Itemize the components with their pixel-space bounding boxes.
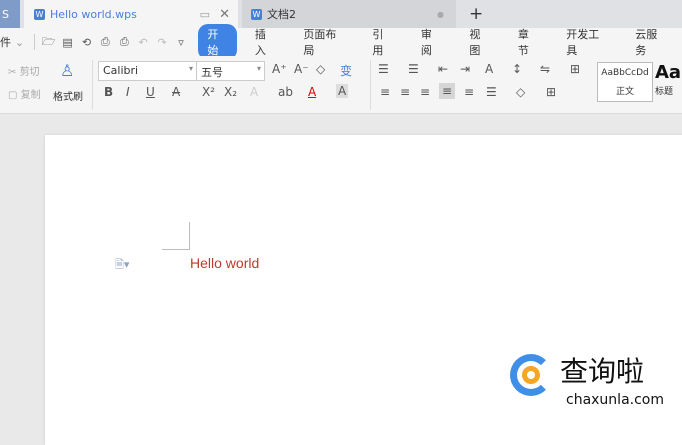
style-preview: Aa (655, 62, 682, 83)
highlight-icon[interactable]: ab (278, 85, 293, 99)
chevron-down-icon: ⌄ (15, 35, 25, 49)
paragraph-layout-icon[interactable]: 🗎▾ (115, 256, 129, 275)
logo-name: 查询啦 (560, 355, 645, 388)
divider (34, 34, 36, 50)
shading-icon[interactable]: ◇ (516, 85, 525, 99)
align-left-icon[interactable]: ≡ (380, 85, 390, 99)
chinese-layout-icon[interactable]: A (485, 62, 493, 76)
style-normal[interactable]: AaBbCcDd 正文 (597, 62, 653, 102)
bold-icon[interactable]: B (104, 85, 113, 99)
tab-doc2[interactable]: W 文档2 ● (242, 0, 456, 28)
menu-cloud[interactable]: 云服务 (623, 26, 678, 58)
new-tab-button[interactable]: + (469, 0, 483, 28)
export-icon[interactable]: ⟲ (79, 36, 94, 49)
menu-section[interactable]: 章节 (506, 26, 550, 58)
align-center-icon[interactable]: ≡ (400, 85, 410, 99)
document-text[interactable]: Hello world (190, 255, 259, 271)
justify-icon[interactable]: ≡ (439, 83, 456, 99)
style-label: 标题 (655, 87, 674, 97)
customize-icon[interactable]: ▿ (174, 36, 189, 49)
menu-insert[interactable]: 插入 (243, 26, 287, 58)
pinyin-icon[interactable]: 变 (340, 62, 352, 79)
menu-view[interactable]: 视图 (457, 26, 501, 58)
cut-label: 剪切 (19, 67, 40, 78)
menu-bar: 件 ⌄ 🗁 ▤ ⟲ ⎙ ⎙ ↶ ↷ ▿ 开始 插入 页面布局 引用 审阅 视图 章… (0, 24, 682, 60)
wps-doc-icon: W (251, 8, 262, 20)
print-icon[interactable]: ⎙ (117, 35, 132, 49)
tab-bar: S W Hello world.wps ▭ ✕ W 文档2 ● + (0, 0, 682, 28)
sort-icon[interactable]: ↕ (512, 62, 522, 76)
table-icon[interactable]: ⊞ (570, 62, 580, 76)
clear-format-icon[interactable]: ◇ (316, 62, 325, 76)
style-preview: AaBbCcDd (601, 68, 649, 78)
font-color-icon[interactable]: A (308, 85, 316, 99)
font-size: 五号 (201, 66, 223, 79)
superscript-icon[interactable]: X² (202, 85, 215, 99)
redo-icon[interactable]: ↷ (155, 36, 170, 49)
menu-references[interactable]: 引用 (360, 26, 404, 58)
underline-icon[interactable]: U (146, 85, 155, 99)
divider (370, 60, 371, 110)
menu-file[interactable]: 件 (0, 34, 11, 50)
borders-icon[interactable]: ⊞ (546, 85, 556, 99)
save-icon[interactable]: ▤ (60, 36, 75, 49)
tab-stub-label: S (2, 7, 9, 21)
numbering-icon[interactable]: ☰ (408, 62, 419, 76)
font-name: Calibri (103, 64, 139, 77)
wps-doc-icon: W (34, 8, 45, 20)
format-painter-icon[interactable]: ♙ (60, 61, 74, 80)
chevron-down-icon: ▾ (188, 64, 193, 73)
tab-label: 文档2 (267, 8, 296, 21)
menu-page-layout[interactable]: 页面布局 (291, 26, 356, 58)
chevron-down-icon: ▾ (256, 64, 261, 73)
char-shading-icon[interactable]: A (336, 84, 349, 98)
close-icon[interactable]: ✕ (219, 7, 230, 22)
logo-url: chaxunla.com (566, 392, 664, 408)
menu-review[interactable]: 审阅 (409, 26, 453, 58)
divider (92, 60, 93, 110)
open-icon[interactable]: 🗁 (41, 33, 56, 52)
undo-icon[interactable]: ↶ (136, 36, 151, 49)
copy-label: 复制 (20, 90, 41, 101)
increase-indent-icon[interactable]: ⇥ (460, 62, 470, 76)
menu-home[interactable]: 开始 (198, 24, 237, 60)
format-painter-label[interactable]: 格式刷 (53, 88, 83, 103)
strikethrough-icon[interactable]: A (172, 85, 180, 99)
watermark-logo: 查询啦 chaxunla.com (508, 350, 678, 414)
dot-icon: ● (437, 9, 444, 19)
shrink-font-icon[interactable]: A⁻ (294, 62, 309, 76)
cut-button[interactable]: ✂ 剪切 (8, 63, 40, 78)
tab-stub[interactable]: S (0, 0, 20, 28)
grow-font-icon[interactable]: A⁺ (272, 62, 287, 76)
print-preview-icon[interactable]: ⎙ (98, 35, 113, 49)
font-name-select[interactable]: Calibri ▾ (98, 61, 197, 81)
tab-label: Hello world.wps (50, 7, 137, 21)
margin-marker (162, 222, 190, 250)
align-right-icon[interactable]: ≡ (420, 85, 430, 99)
font-size-select[interactable]: 五号 ▾ (196, 61, 265, 81)
italic-icon[interactable]: I (126, 85, 130, 99)
show-marks-icon[interactable]: ⇋ (540, 62, 550, 76)
copy-button[interactable]: ▢ 复制 (8, 86, 41, 101)
menu-developer[interactable]: 开发工具 (554, 26, 619, 58)
style-label: 正文 (615, 87, 634, 97)
distribute-icon[interactable]: ≡ (464, 85, 474, 99)
subscript-icon[interactable]: X₂ (224, 85, 237, 99)
bullets-icon[interactable]: ☰ (378, 62, 389, 76)
line-spacing-icon[interactable]: ☰ (486, 85, 497, 99)
decrease-indent-icon[interactable]: ⇤ (438, 62, 448, 76)
pin-icon[interactable]: ▭ (200, 8, 210, 21)
text-effect-icon[interactable]: A (250, 85, 258, 99)
style-heading[interactable]: Aa 标题 (655, 62, 682, 97)
magnifier-icon (522, 366, 540, 384)
